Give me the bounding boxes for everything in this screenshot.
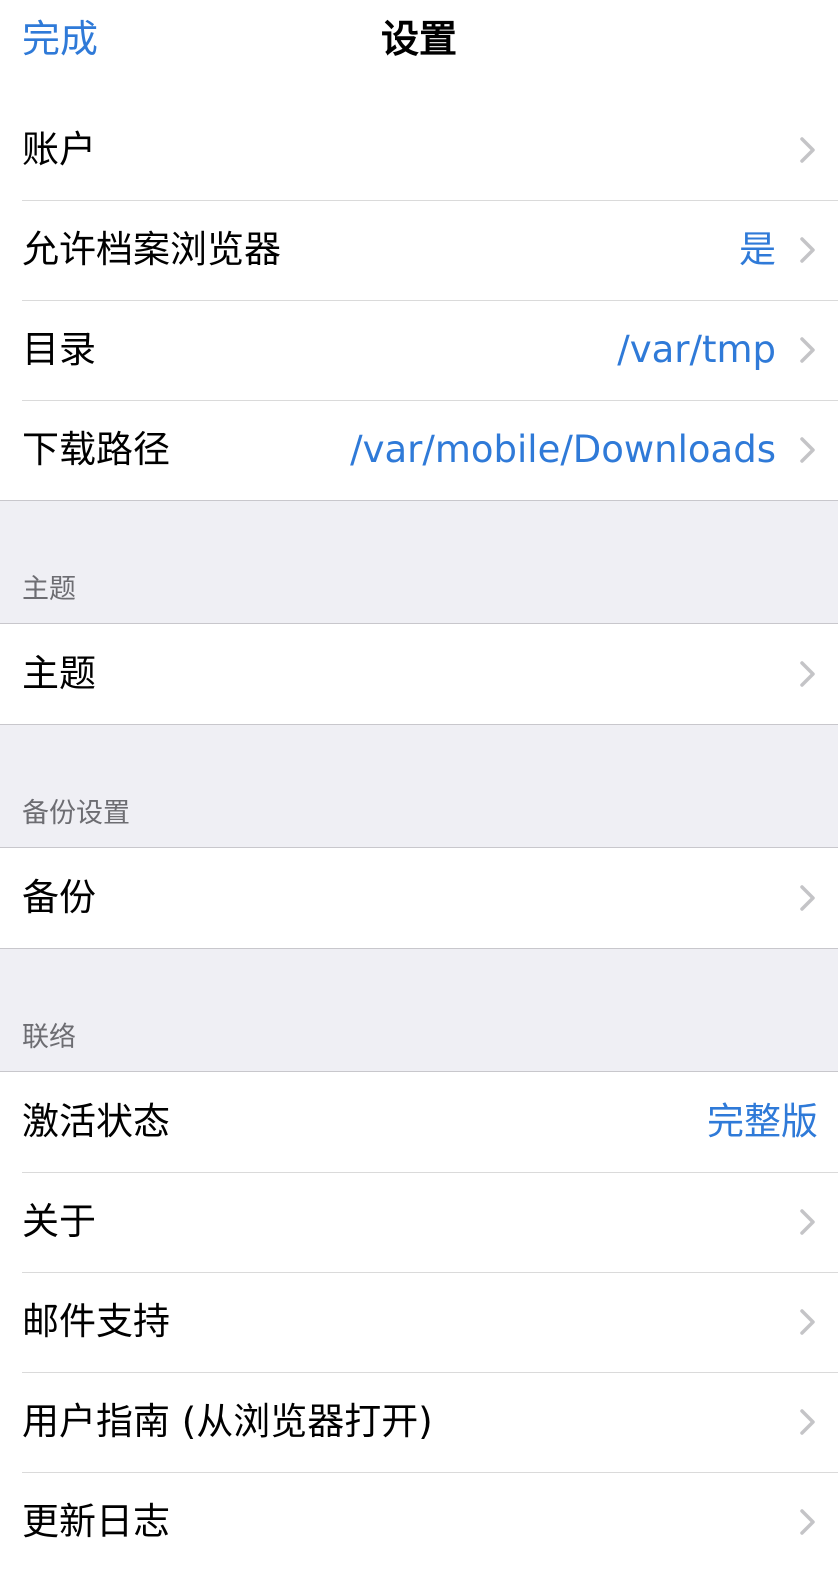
row-value: /var/tmp bbox=[617, 328, 776, 371]
row-label: 账户 bbox=[22, 128, 96, 171]
row-label: 允许档案浏览器 bbox=[22, 228, 281, 271]
row-label: 关于 bbox=[22, 1200, 96, 1243]
chevron-right-icon bbox=[800, 337, 815, 363]
settings-row-theme[interactable]: 主题 bbox=[0, 624, 838, 724]
row-label: 目录 bbox=[22, 328, 96, 371]
row-label: 邮件支持 bbox=[22, 1300, 170, 1343]
chevron-right-icon bbox=[800, 1309, 815, 1335]
chevron-right-icon bbox=[800, 1509, 815, 1535]
backup-settings-group: 备份 bbox=[0, 847, 838, 949]
chevron-right-icon bbox=[800, 661, 815, 687]
row-label: 更新日志 bbox=[22, 1500, 170, 1543]
row-value: 是 bbox=[739, 228, 776, 271]
settings-row-activation-status[interactable]: 激活状态 完整版 bbox=[0, 1072, 838, 1172]
row-label: 备份 bbox=[22, 876, 96, 919]
chevron-right-icon bbox=[800, 1209, 815, 1235]
chevron-right-icon bbox=[800, 885, 815, 911]
row-value: /var/mobile/Downloads bbox=[350, 428, 776, 471]
row-label: 下载路径 bbox=[22, 428, 170, 471]
settings-row-file-browser[interactable]: 允许档案浏览器 是 bbox=[0, 200, 838, 300]
section-header-backup: 备份设置 bbox=[22, 798, 130, 829]
section-header-contact: 联络 bbox=[22, 1022, 76, 1053]
chevron-right-icon bbox=[800, 237, 815, 263]
theme-settings-group: 主题 bbox=[0, 623, 838, 725]
settings-row-backup[interactable]: 备份 bbox=[0, 848, 838, 948]
settings-row-directory[interactable]: 目录 /var/tmp bbox=[0, 300, 838, 400]
page-title: 设置 bbox=[380, 17, 457, 61]
settings-row-about[interactable]: 关于 bbox=[0, 1172, 838, 1272]
settings-row-download-path[interactable]: 下载路径 /var/mobile/Downloads bbox=[0, 400, 838, 500]
settings-row-user-guide[interactable]: 用户指南 (从浏览器打开) bbox=[0, 1372, 838, 1472]
navigation-bar: 完成 设置 bbox=[0, 0, 838, 101]
settings-row-email-support[interactable]: 邮件支持 bbox=[0, 1272, 838, 1372]
row-value: 完整版 bbox=[707, 1100, 818, 1143]
row-label: 激活状态 bbox=[22, 1100, 170, 1143]
section-header-theme: 主题 bbox=[22, 574, 76, 605]
chevron-right-icon bbox=[800, 437, 815, 463]
row-label: 用户指南 (从浏览器打开) bbox=[22, 1400, 433, 1443]
settings-row-changelog[interactable]: 更新日志 bbox=[0, 1472, 838, 1572]
chevron-right-icon bbox=[800, 137, 815, 163]
row-label: 主题 bbox=[22, 652, 96, 695]
chevron-right-icon bbox=[800, 1409, 815, 1435]
general-settings-group: 账户 允许档案浏览器 是 目录 /var/tmp 下载路径 /var/mobil… bbox=[0, 100, 838, 501]
contact-settings-group: 激活状态 完整版 关于 邮件支持 用户指南 (从浏览器打开) 更新日志 bbox=[0, 1071, 838, 1587]
settings-row-account[interactable]: 账户 bbox=[0, 100, 838, 200]
